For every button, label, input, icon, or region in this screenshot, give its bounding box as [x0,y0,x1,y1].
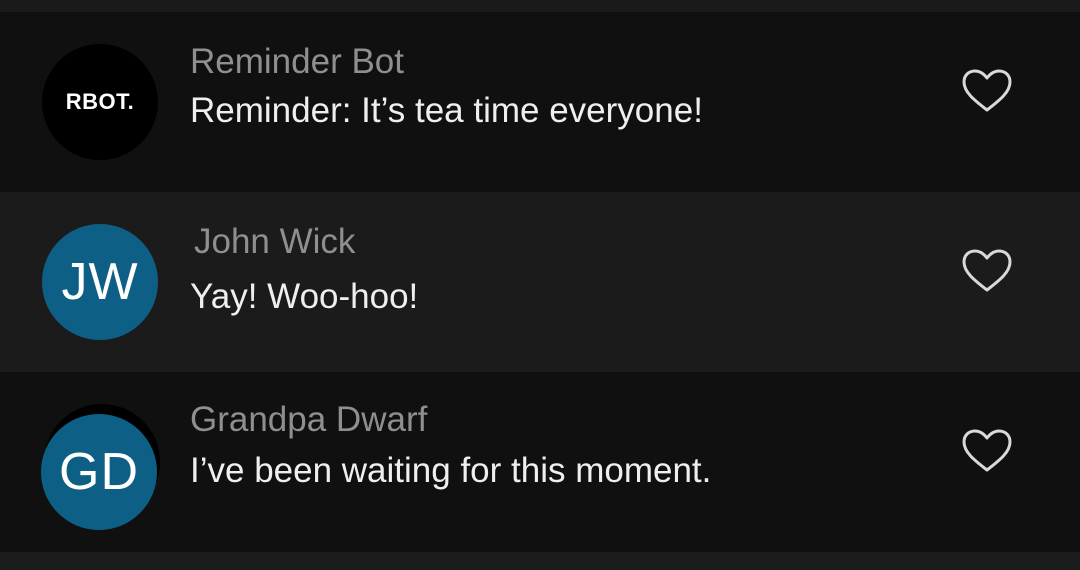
list-bottom-edge [0,552,1080,570]
list-top-edge [0,0,1080,12]
heart-outline-icon[interactable] [962,249,1012,293]
heart-outline-icon[interactable] [962,69,1012,113]
message-sender: Grandpa Dwarf [190,400,428,439]
heart-outline-icon[interactable] [962,429,1012,473]
avatar-initials: JW [61,253,139,311]
message-text: Reminder: It’s tea time everyone! [190,91,703,130]
message-sender: Reminder Bot [190,42,404,81]
message-row-reminder-bot[interactable]: RBOT. Reminder Bot Reminder: It’s tea ti… [0,12,1080,192]
message-text: Yay! Woo-hoo! [190,277,419,316]
avatar-initials: RBOT. [65,89,135,114]
avatar-john-wick: JW [42,224,158,340]
message-text: I’ve been waiting for this moment. [190,451,712,490]
avatar-reminder-bot: RBOT. [42,44,158,160]
message-row-john-wick[interactable]: JW John Wick Yay! Woo-hoo! [0,192,1080,372]
avatar-initials: GD [59,443,139,501]
message-row-grandpa-dwarf[interactable]: GD Grandpa Dwarf I’ve been waiting for t… [0,372,1080,552]
message-sender: John Wick [194,222,356,261]
avatar-grandpa-dwarf: GD [41,414,157,530]
